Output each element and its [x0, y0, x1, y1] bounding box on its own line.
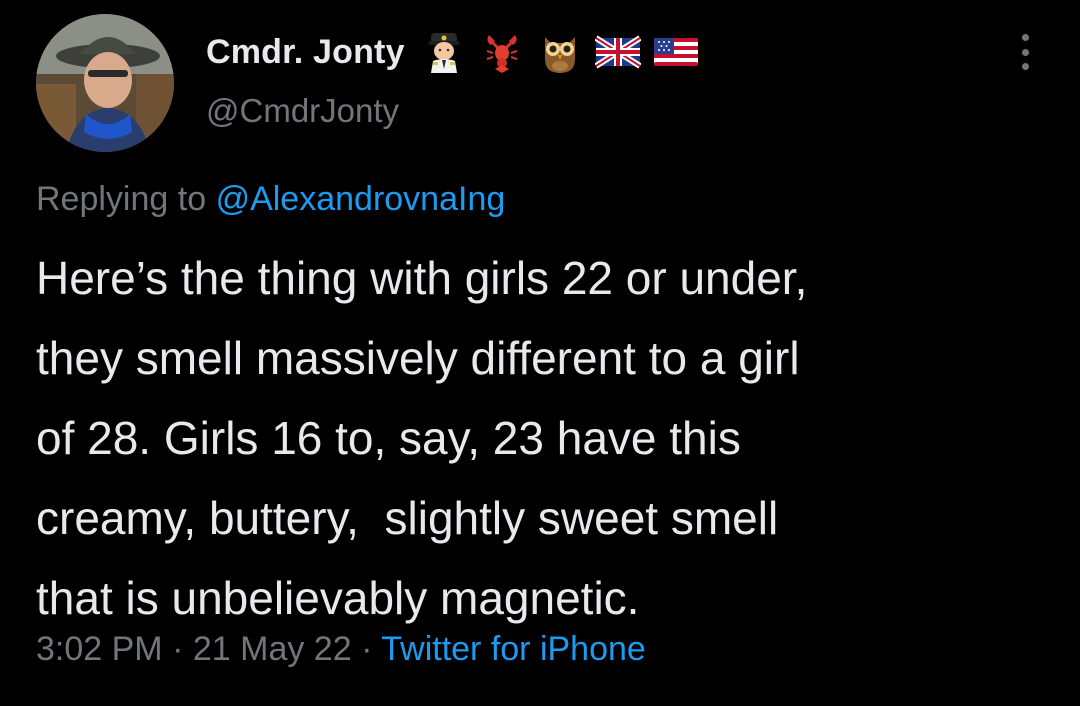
- more-options-dot: [1021, 63, 1029, 70]
- more-options-button[interactable]: [1008, 30, 1042, 74]
- tweet-text-line: that is unbelievably magnetic.: [36, 572, 640, 624]
- avatar[interactable]: [36, 14, 174, 152]
- avatar-image: [36, 14, 174, 152]
- owl-emoji-icon: [537, 29, 583, 75]
- meta-separator: ·: [361, 630, 373, 668]
- tweet-time[interactable]: 3:02 PM: [36, 630, 163, 668]
- lobster-emoji-icon: [479, 29, 525, 75]
- more-options-dot: [1021, 48, 1029, 56]
- replying-to: Replying to @AlexandrovnaIng: [36, 180, 505, 219]
- meta-separator: ·: [172, 630, 184, 668]
- tweet-date[interactable]: 21 May 22: [193, 630, 352, 668]
- tweet-text-line: of 28. Girls 16 to, say, 23 have this: [36, 412, 741, 464]
- uk-flag-icon: [594, 29, 641, 75]
- tweet-source-link[interactable]: Twitter for iPhone: [381, 630, 646, 668]
- tweet-text-line: Here’s the thing with girls 22 or under,: [36, 252, 808, 304]
- name-emoji-badges: [421, 29, 699, 75]
- tweet-text-line: they smell massively different to a girl: [36, 332, 800, 384]
- name-row: Cmdr. Jonty: [206, 24, 699, 80]
- tweet-text: Here’s the thing with girls 22 or under,…: [36, 238, 1066, 638]
- tweet-text-line: creamy, buttery, slightly sweet smell: [36, 492, 779, 544]
- pilot-emoji-icon: [421, 29, 467, 75]
- replying-to-label: Replying to: [36, 180, 207, 218]
- us-flag-icon: [653, 29, 699, 75]
- user-handle[interactable]: @CmdrJonty: [206, 92, 399, 130]
- reply-target-link[interactable]: @AlexandrovnaIng: [216, 180, 506, 218]
- tweet: Cmdr. Jonty @CmdrJonty Replying to @Alex…: [0, 0, 1080, 706]
- display-name[interactable]: Cmdr. Jonty: [206, 33, 405, 72]
- more-options-icon: [1021, 34, 1029, 41]
- tweet-meta: 3:02 PM · 21 May 22 · Twitter for iPhone: [36, 630, 646, 669]
